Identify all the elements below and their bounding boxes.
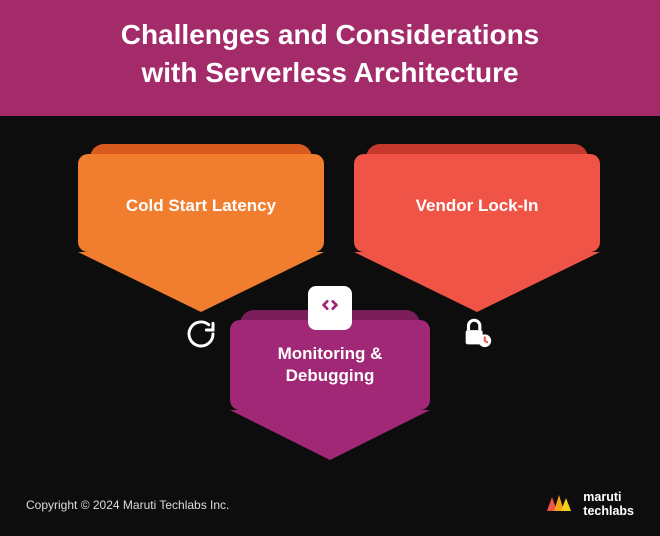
logo-mark-icon <box>545 491 575 518</box>
card-cold-start: Cold Start Latency <box>78 144 324 302</box>
card-monitoring: Monitoring & Debugging <box>230 310 430 450</box>
code-badge <box>308 286 352 330</box>
title-line-1: Challenges and Considerations <box>121 19 540 50</box>
page-title: Challenges and Considerations with Serve… <box>40 16 620 92</box>
lock-clock-icon <box>460 316 494 350</box>
title-line-2: with Serverless Architecture <box>141 57 518 88</box>
card-vendor-lockin: Vendor Lock-In <box>354 144 600 302</box>
diagram-area: Cold Start Latency Vendor Lock-In <box>0 116 660 486</box>
footer: Copyright © 2024 Maruti Techlabs Inc. ma… <box>0 477 660 536</box>
brand-line-2: techlabs <box>583 505 634 518</box>
card-body: Monitoring & Debugging <box>230 320 430 410</box>
code-icon <box>319 294 341 321</box>
card-chevron <box>230 410 430 460</box>
card-label: Cold Start Latency <box>126 195 276 217</box>
brand-logo: maruti techlabs <box>545 491 634 518</box>
card-body: Cold Start Latency <box>78 154 324 252</box>
card-body: Vendor Lock-In <box>354 154 600 252</box>
refresh-icon <box>185 318 217 350</box>
card-label: Vendor Lock-In <box>416 195 539 217</box>
brand-line-1: maruti <box>583 491 634 504</box>
brand-name: maruti techlabs <box>583 491 634 517</box>
card-label: Monitoring & Debugging <box>246 343 414 387</box>
card-chevron <box>78 252 324 312</box>
card-chevron <box>354 252 600 312</box>
copyright-text: Copyright © 2024 Maruti Techlabs Inc. <box>26 498 229 512</box>
header-banner: Challenges and Considerations with Serve… <box>0 0 660 116</box>
